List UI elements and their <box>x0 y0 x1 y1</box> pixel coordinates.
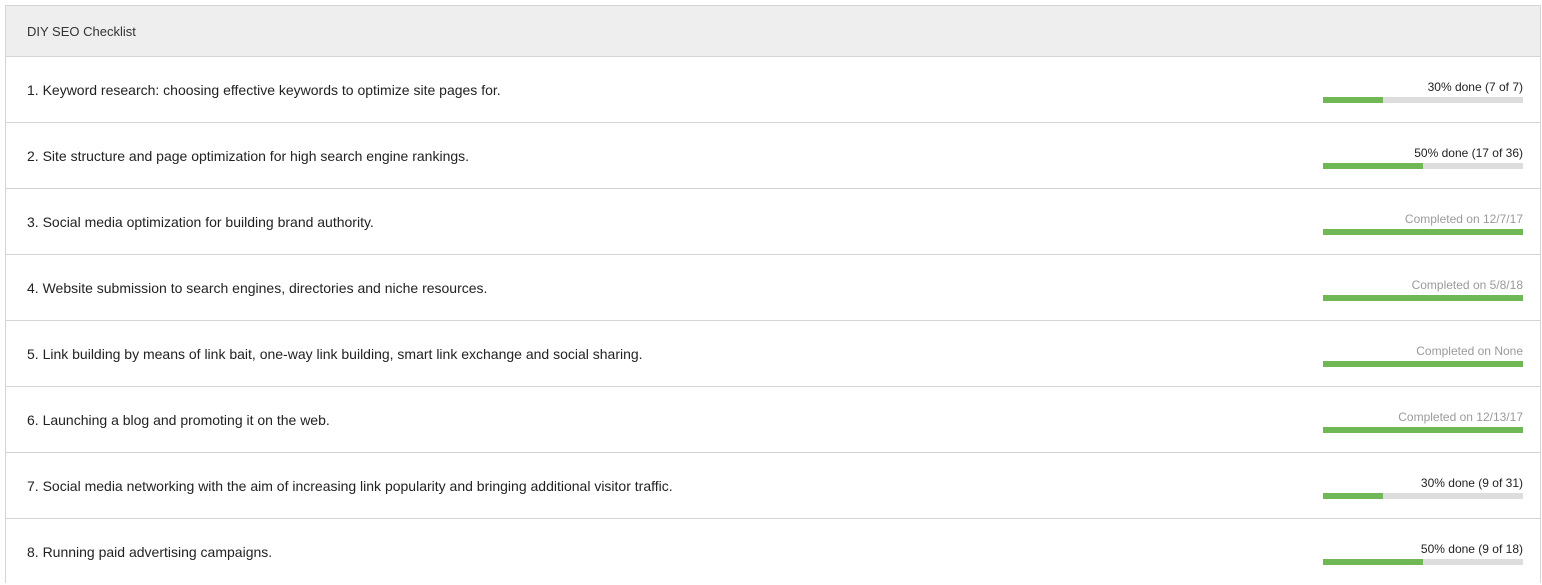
checklist-row[interactable]: 6. Launching a blog and promoting it on … <box>6 387 1540 453</box>
checklist-row[interactable]: 5. Link building by means of link bait, … <box>6 321 1540 387</box>
checklist-row[interactable]: 7. Social media networking with the aim … <box>6 453 1540 519</box>
checklist-row-status: 50% done (9 of 18) <box>1420 542 1523 556</box>
progress-bar <box>1323 229 1523 235</box>
panel-title: DIY SEO Checklist <box>27 23 136 39</box>
checklist-row[interactable]: 8. Running paid advertising campaigns. 5… <box>6 519 1540 585</box>
checklist-row[interactable]: 3. Social media optimization for buildin… <box>6 189 1540 255</box>
checklist-row-status: Completed on None <box>1416 344 1523 358</box>
checklist-row[interactable]: 2. Site structure and page optimization … <box>6 123 1540 189</box>
progress-bar <box>1323 97 1523 103</box>
checklist-row-status: Completed on 12/13/17 <box>1398 410 1523 424</box>
checklist-row-title[interactable]: 6. Launching a blog and promoting it on … <box>27 387 330 453</box>
progress-bar <box>1323 493 1523 499</box>
seo-checklist-panel: DIY SEO Checklist 1. Keyword research: c… <box>5 5 1541 583</box>
progress-bar-fill <box>1323 295 1523 301</box>
checklist-row-title[interactable]: 3. Social media optimization for buildin… <box>27 189 374 255</box>
checklist-row-title[interactable]: 7. Social media networking with the aim … <box>27 453 673 519</box>
checklist-row-title[interactable]: 1. Keyword research: choosing effective … <box>27 57 501 123</box>
progress-bar-fill <box>1323 493 1383 499</box>
checklist-row-title[interactable]: 4. Website submission to search engines,… <box>27 255 487 321</box>
checklist-row[interactable]: 1. Keyword research: choosing effective … <box>6 57 1540 123</box>
progress-bar-fill <box>1323 229 1523 235</box>
checklist-row-status: 50% done (17 of 36) <box>1414 146 1523 160</box>
progress-bar-fill <box>1323 427 1523 433</box>
panel-header: DIY SEO Checklist <box>6 6 1540 57</box>
checklist-row-status: Completed on 5/8/18 <box>1411 278 1523 292</box>
checklist-rows: 1. Keyword research: choosing effective … <box>6 57 1540 585</box>
checklist-row-title[interactable]: 2. Site structure and page optimization … <box>27 123 469 189</box>
progress-bar-fill <box>1323 559 1423 565</box>
progress-bar-fill <box>1323 361 1523 367</box>
progress-bar <box>1323 427 1523 433</box>
checklist-row[interactable]: 4. Website submission to search engines,… <box>6 255 1540 321</box>
progress-bar <box>1323 361 1523 367</box>
checklist-row-status: 30% done (7 of 7) <box>1427 80 1523 94</box>
progress-bar-fill <box>1323 97 1383 103</box>
checklist-row-title[interactable]: 5. Link building by means of link bait, … <box>27 321 643 387</box>
checklist-row-title[interactable]: 8. Running paid advertising campaigns. <box>27 519 272 585</box>
checklist-row-status: 30% done (9 of 31) <box>1420 476 1523 490</box>
progress-bar-fill <box>1323 163 1423 169</box>
checklist-row-status: Completed on 12/7/17 <box>1404 212 1523 226</box>
progress-bar <box>1323 295 1523 301</box>
progress-bar <box>1323 163 1523 169</box>
progress-bar <box>1323 559 1523 565</box>
